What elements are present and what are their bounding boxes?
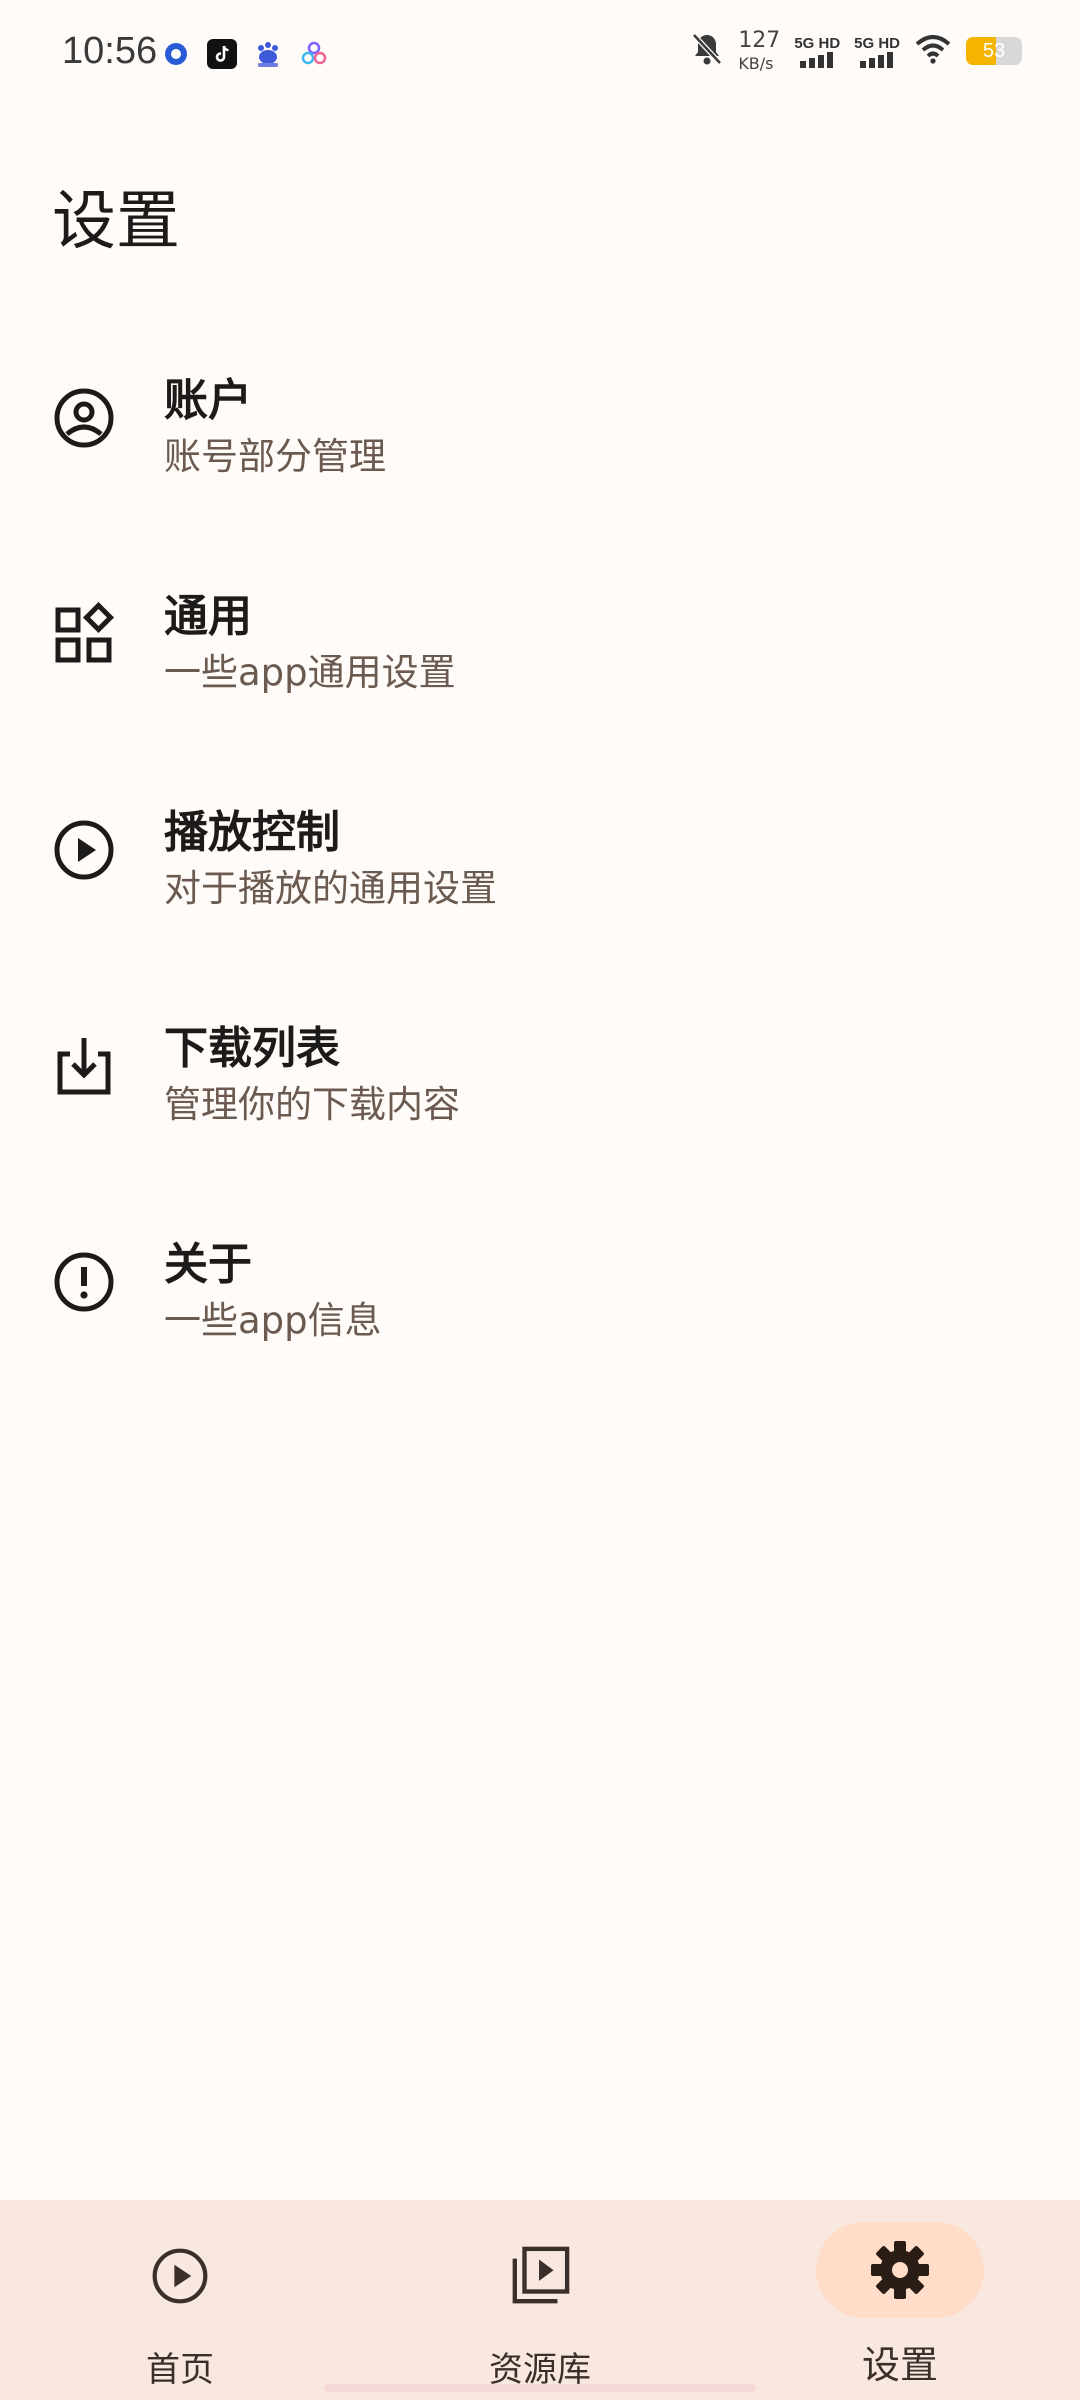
settings-item-subtitle: 一些app通用设置 bbox=[164, 651, 456, 694]
widgets-icon bbox=[52, 601, 116, 666]
nav-label: 首页 bbox=[146, 2350, 214, 2390]
home-indicator[interactable] bbox=[324, 2384, 756, 2392]
battery-level: 53 bbox=[982, 39, 1006, 62]
sim1-label: 5G HD bbox=[794, 34, 841, 52]
settings-item-title: 播放控制 bbox=[164, 807, 340, 858]
video-library-icon bbox=[498, 2244, 582, 2308]
status-time: 10:56 bbox=[62, 30, 158, 72]
gear-icon bbox=[858, 2238, 942, 2302]
settings-item-subtitle: 管理你的下载内容 bbox=[164, 1083, 460, 1126]
app-cluster-icon bbox=[298, 38, 330, 70]
page-title: 设置 bbox=[52, 185, 180, 259]
settings-item-title: 通用 bbox=[164, 591, 252, 642]
settings-item-downloads[interactable]: 下载列表 管理你的下载内容 bbox=[0, 976, 1080, 1192]
settings-item-account[interactable]: 账户 账号部分管理 bbox=[0, 328, 1080, 544]
settings-item-subtitle: 账号部分管理 bbox=[164, 435, 386, 478]
wifi-icon bbox=[914, 34, 952, 68]
bell-muted-icon bbox=[690, 31, 724, 71]
status-bar: 10:56 127 KB/s 5G HD 5G HD 53 bbox=[0, 0, 1080, 116]
nav-item-library[interactable]: 资源库 bbox=[360, 2200, 720, 2400]
settings-list: 账户 账号部分管理 通用 一些app通用设置 播放控制 对于播放的通用设置 下载… bbox=[0, 328, 1080, 1408]
notification-icons bbox=[160, 38, 330, 70]
settings-item-playback[interactable]: 播放控制 对于播放的通用设置 bbox=[0, 760, 1080, 976]
network-speed-unit: KB/s bbox=[738, 54, 774, 73]
app-notification-icon bbox=[160, 38, 192, 70]
settings-item-about[interactable]: 关于 一些app信息 bbox=[0, 1192, 1080, 1408]
settings-item-title: 账户 bbox=[164, 375, 252, 426]
battery-indicator: 53 bbox=[966, 37, 1022, 65]
nav-item-home[interactable]: 首页 bbox=[0, 2200, 360, 2400]
sim2-label: 5G HD bbox=[854, 34, 900, 52]
play-circle-icon bbox=[138, 2244, 222, 2308]
sim1-signal: 5G HD bbox=[794, 35, 840, 68]
settings-item-title: 下载列表 bbox=[164, 1023, 340, 1074]
baidu-icon bbox=[252, 38, 284, 70]
bottom-navigation: 首页 资源库 设置 bbox=[0, 2200, 1080, 2400]
info-icon bbox=[52, 1250, 116, 1314]
status-right: 127 KB/s 5G HD 5G HD 53 bbox=[690, 30, 1022, 72]
network-speed: 127 KB/s bbox=[738, 30, 780, 72]
signal-bars-icon bbox=[860, 51, 894, 68]
play-circle-icon bbox=[52, 818, 116, 882]
settings-item-title: 关于 bbox=[164, 1239, 252, 1290]
sim2-signal: 5G HD bbox=[854, 35, 900, 68]
signal-bars-icon bbox=[800, 51, 834, 68]
settings-item-subtitle: 一些app信息 bbox=[164, 1299, 382, 1342]
settings-item-subtitle: 对于播放的通用设置 bbox=[164, 867, 497, 910]
network-speed-value: 127 bbox=[738, 28, 781, 53]
account-circle-icon bbox=[52, 386, 116, 450]
nav-item-settings[interactable]: 设置 bbox=[720, 2200, 1080, 2400]
settings-item-general[interactable]: 通用 一些app通用设置 bbox=[0, 544, 1080, 760]
nav-label: 设置 bbox=[861, 2343, 938, 2387]
tiktok-icon bbox=[206, 38, 238, 70]
download-icon bbox=[52, 1034, 116, 1098]
